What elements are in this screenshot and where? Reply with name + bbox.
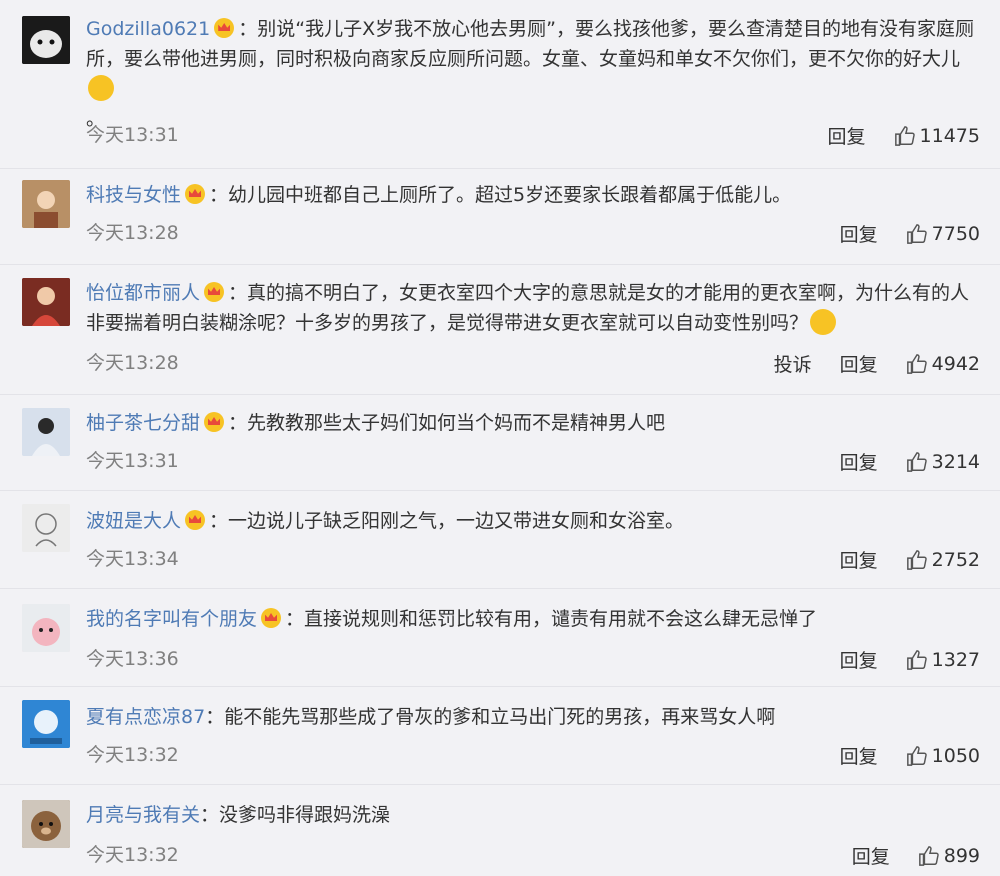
comment-time: 今天13:31 (86, 450, 179, 472)
like-button[interactable]: 11475 (894, 125, 980, 147)
username[interactable]: 科技与女性 (86, 184, 181, 206)
comment-body: 能不能先骂那些成了骨灰的爹和立马出门死的男孩，再来骂女人啊 (224, 706, 776, 728)
comment-body: 幼儿园中班都自己上厕所了。超过5岁还要家长跟着都属于低能儿。 (228, 184, 792, 206)
reply-button[interactable]: 回复 (840, 448, 878, 475)
comment-time: 今天13:28 (86, 222, 179, 244)
like-count: 1050 (931, 744, 980, 767)
comment-item: 月亮与我有关：没爹吗非得跟妈洗澡 今天13:32 回复 899 (0, 784, 1000, 876)
comment-item: 科技与女性 ：幼儿园中班都自己上厕所了。超过5岁还要家长跟着都属于低能儿。 今天1… (0, 168, 1000, 265)
comment-time: 今天13:32 (86, 744, 179, 766)
avatar[interactable] (22, 408, 70, 456)
vip-crown-icon (261, 608, 282, 628)
username[interactable]: 我的名字叫有个朋友 (86, 608, 257, 630)
username[interactable]: 柚子茶七分甜 (86, 412, 200, 434)
comment-body: 一边说儿子缺乏阳刚之气，一边又带进女厕和女浴室。 (228, 510, 685, 532)
thumbs-up-icon (906, 649, 927, 670)
report-button[interactable]: 投诉 (774, 350, 812, 377)
like-button[interactable]: 4942 (906, 353, 980, 375)
like-button[interactable]: 1327 (906, 649, 980, 671)
vip-crown-icon (214, 18, 235, 38)
comment-time: 今天13:28 (86, 352, 179, 374)
comment-body: 先教教那些太子妈们如何当个妈而不是精神男人吧 (247, 412, 666, 434)
comment-time: 今天13:36 (86, 648, 179, 670)
comment-item: 夏有点恋凉87：能不能先骂那些成了骨灰的爹和立马出门死的男孩，再来骂女人啊 今天… (0, 686, 1000, 785)
thumbs-up-icon (906, 549, 927, 570)
like-button[interactable]: 7750 (906, 223, 980, 245)
thumbs-up-icon (918, 845, 939, 866)
like-button[interactable]: 899 (918, 845, 980, 867)
reply-button[interactable]: 回复 (840, 742, 878, 769)
reply-button[interactable]: 回复 (840, 350, 878, 377)
comment-item: 波妞是大人 ：一边说儿子缺乏阳刚之气，一边又带进女厕和女浴室。 今天13:34 回… (0, 490, 1000, 589)
avatar[interactable] (22, 180, 70, 228)
reply-button[interactable]: 回复 (828, 122, 866, 149)
reply-button[interactable]: 回复 (852, 842, 890, 869)
like-count: 7750 (931, 222, 980, 245)
username[interactable]: 波妞是大人 (86, 510, 181, 532)
thumbs-up-icon (906, 353, 927, 374)
thumbs-up-icon (894, 125, 915, 146)
username[interactable]: 月亮与我有关 (86, 804, 200, 826)
username[interactable]: 怡位都市丽人 (86, 282, 200, 304)
comment-item: 柚子茶七分甜 ：先教教那些太子妈们如何当个妈而不是精神男人吧 今天13:31 回复… (0, 394, 1000, 491)
comment-body: 直接说规则和惩罚比较有用，谴责有用就不会这么肆无忌惮了 (304, 608, 818, 630)
like-count: 11475 (919, 124, 980, 147)
like-count: 899 (943, 844, 980, 867)
thumbs-up-icon (906, 223, 927, 244)
reply-button[interactable]: 回复 (840, 220, 878, 247)
like-count: 4942 (931, 352, 980, 375)
comment-item: 我的名字叫有个朋友 ：直接说规则和惩罚比较有用，谴责有用就不会这么肆无忌惮了 今天… (0, 588, 1000, 687)
avatar[interactable] (22, 800, 70, 848)
like-count: 2752 (931, 548, 980, 571)
vip-crown-icon (185, 184, 206, 204)
thumbs-up-icon (906, 451, 927, 472)
vip-crown-icon (204, 412, 225, 432)
avatar[interactable] (22, 504, 70, 552)
reply-button[interactable]: 回复 (840, 546, 878, 573)
username[interactable]: Godzilla0621 (86, 18, 210, 40)
grinning-emoji-icon (88, 75, 114, 101)
comment-item: Godzilla0621 ：别说“我儿子X岁我不放心他去男厕”，要么找孩他爹，要么… (0, 0, 1000, 169)
like-button[interactable]: 2752 (906, 549, 980, 571)
comment-time: 今天13:31 (86, 124, 179, 146)
like-button[interactable]: 3214 (906, 451, 980, 473)
like-button[interactable]: 1050 (906, 745, 980, 767)
comment-text: 夏有点恋凉87：能不能先骂那些成了骨灰的爹和立马出门死的男孩，再来骂女人啊 (86, 706, 776, 728)
avatar[interactable] (22, 604, 70, 652)
avatar[interactable] (22, 16, 70, 64)
thinking-emoji-icon (810, 309, 837, 335)
comment-text: 科技与女性 ：幼儿园中班都自己上厕所了。超过5岁还要家长跟着都属于低能儿。 (86, 184, 792, 206)
reply-button[interactable]: 回复 (840, 646, 878, 673)
vip-crown-icon (185, 510, 206, 530)
comment-text: Godzilla0621 ：别说“我儿子X岁我不放心他去男厕”，要么找孩他爹，要么… (86, 18, 974, 130)
like-count: 3214 (931, 450, 980, 473)
comment-body: 没爹吗非得跟妈洗澡 (219, 804, 391, 826)
username[interactable]: 夏有点恋凉87 (86, 706, 205, 728)
thumbs-up-icon (906, 745, 927, 766)
avatar[interactable] (22, 700, 70, 748)
comment-time: 今天13:34 (86, 548, 179, 570)
like-count: 1327 (931, 648, 980, 671)
comment-time: 今天13:32 (86, 844, 179, 866)
vip-crown-icon (204, 282, 225, 302)
comment-item: 怡位都市丽人 ：真的搞不明白了，女更衣室四个大字的意思就是女的才能用的更衣室啊，为… (0, 264, 1000, 395)
avatar[interactable] (22, 278, 70, 326)
comment-text: 怡位都市丽人 ：真的搞不明白了，女更衣室四个大字的意思就是女的才能用的更衣室啊，为… (86, 282, 970, 335)
comment-text: 波妞是大人 ：一边说儿子缺乏阳刚之气，一边又带进女厕和女浴室。 (86, 510, 685, 532)
comment-text: 柚子茶七分甜 ：先教教那些太子妈们如何当个妈而不是精神男人吧 (86, 412, 666, 434)
comment-text: 月亮与我有关：没爹吗非得跟妈洗澡 (86, 804, 391, 826)
comment-text: 我的名字叫有个朋友 ：直接说规则和惩罚比较有用，谴责有用就不会这么肆无忌惮了 (86, 608, 818, 630)
